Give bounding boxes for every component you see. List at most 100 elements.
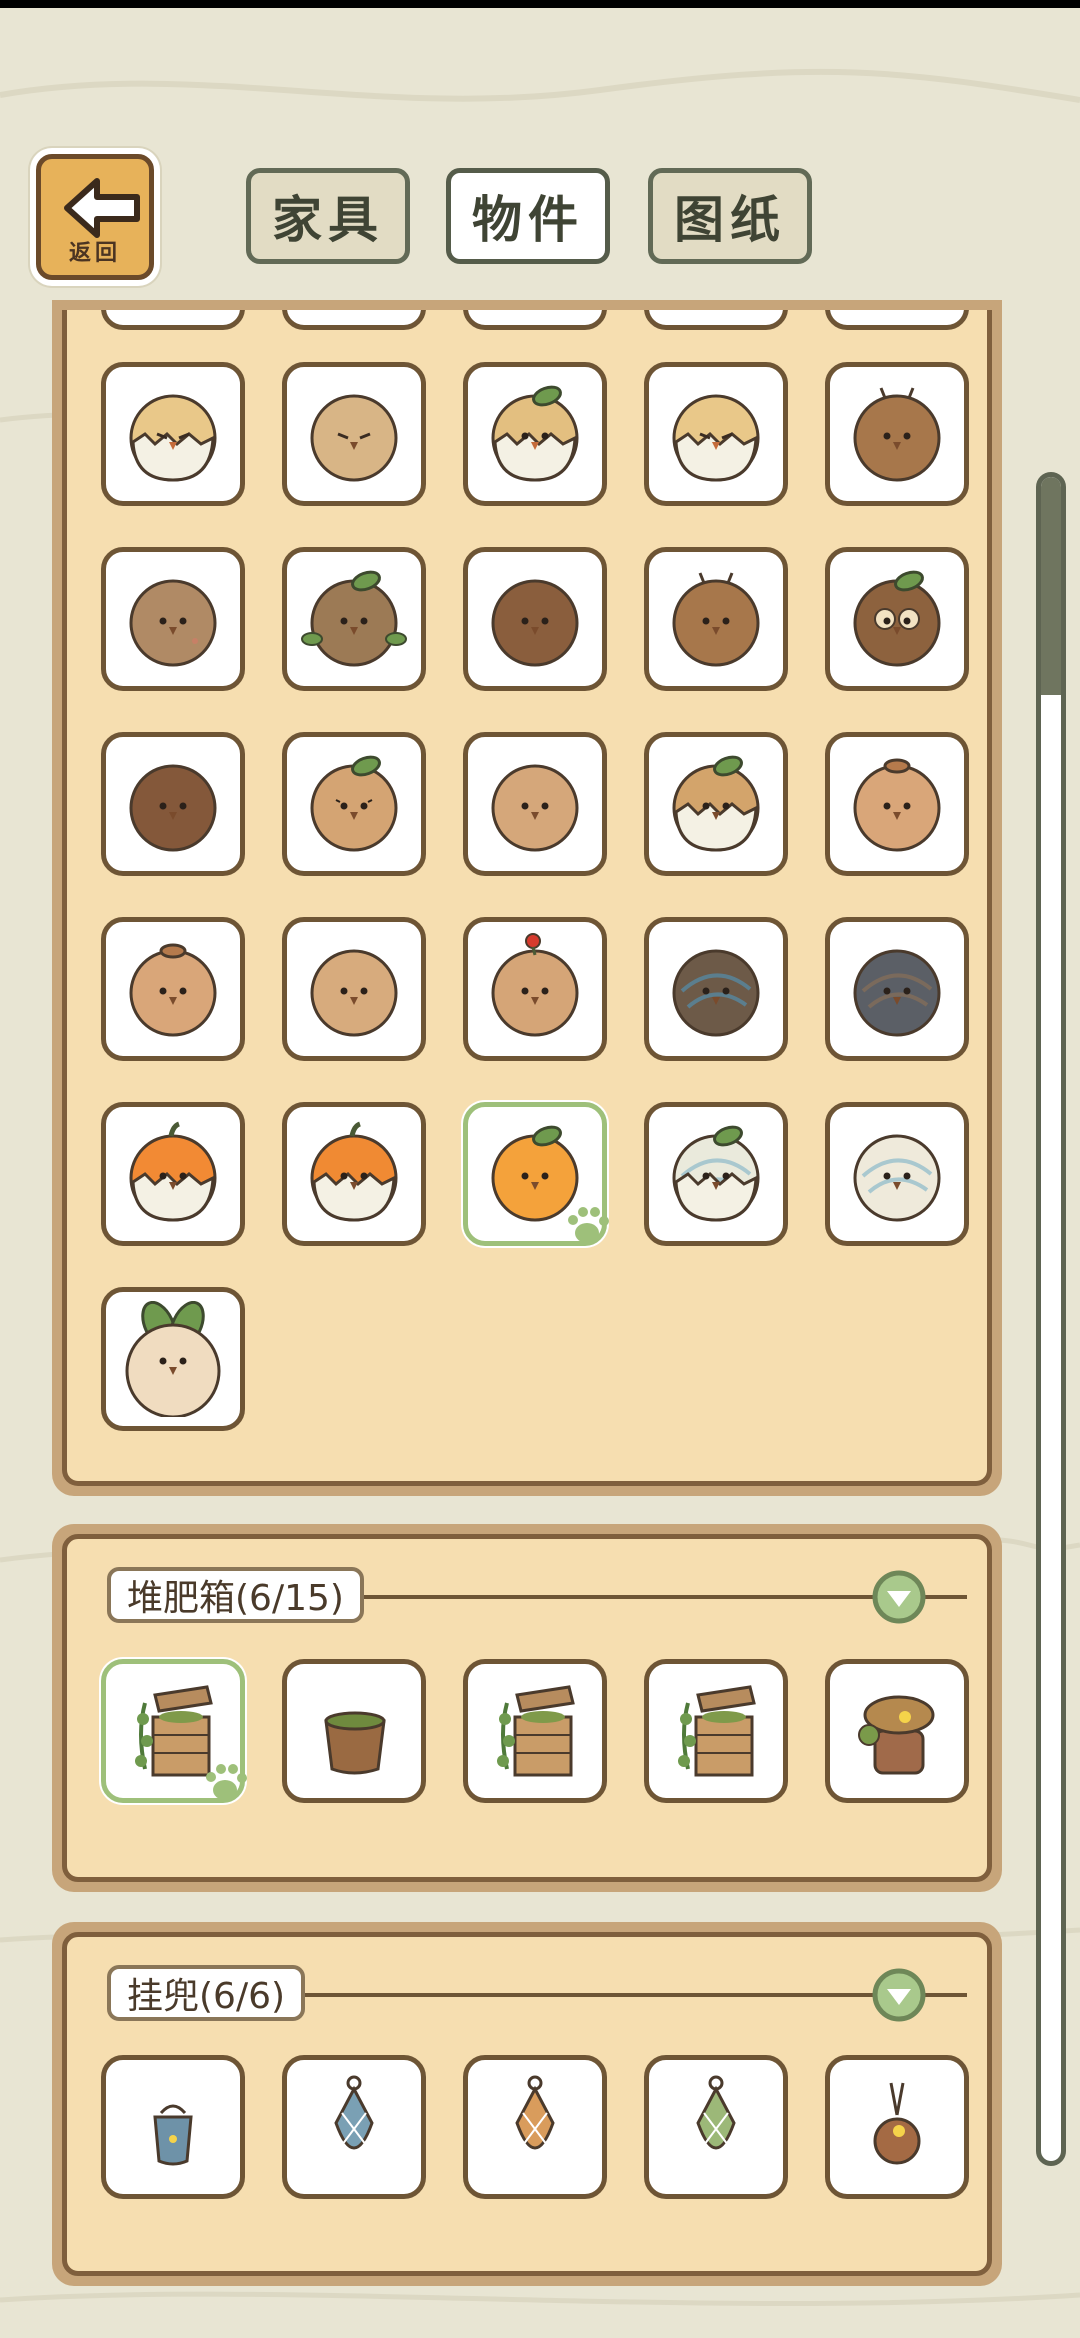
tab-objects[interactable]: 物件 xyxy=(446,168,610,264)
compost-tile-wood-pot[interactable] xyxy=(282,1659,426,1803)
item-tile-cherry-sprout-seed[interactable] xyxy=(463,917,607,1061)
status-bar xyxy=(0,0,1080,8)
owl-leaf-seed-icon xyxy=(853,570,941,667)
item-tile-partial[interactable] xyxy=(644,310,788,330)
cherry-sprout-seed-icon xyxy=(491,933,579,1037)
item-tile-partial[interactable] xyxy=(463,310,607,330)
seed-items-panel xyxy=(52,300,1002,1496)
item-tile-plain-tan-seed[interactable] xyxy=(282,917,426,1061)
pouch-panel: 挂兜(6/6) xyxy=(52,1922,1002,2286)
item-tile-sprout-egg-seed[interactable] xyxy=(644,732,788,876)
dark-round-seed-icon xyxy=(491,579,579,667)
collapse-chevron-icon[interactable] xyxy=(871,1967,927,2023)
sprout-egg-seed-icon xyxy=(672,755,760,852)
vine-crate-icon xyxy=(497,1685,575,1777)
compost-tile-vine-crate[interactable] xyxy=(644,1659,788,1803)
blue-marbled-seed-icon xyxy=(672,949,760,1037)
item-tile-pumpkin-vine[interactable] xyxy=(282,1102,426,1246)
item-tile-capped-seed[interactable] xyxy=(101,917,245,1061)
tab-label: 家具 xyxy=(272,190,384,249)
capped-seed-icon xyxy=(853,758,941,852)
flower-pouch-icon xyxy=(873,2082,921,2165)
item-tile-cracked-sprout-seed[interactable] xyxy=(463,362,607,506)
collapse-chevron-icon[interactable] xyxy=(871,1569,927,1625)
compost-tile-mushroom-stump[interactable] xyxy=(825,1659,969,1803)
vine-crate-icon xyxy=(678,1685,756,1777)
item-tile-sleepy-seed[interactable] xyxy=(282,362,426,506)
pumpkin-vine-icon xyxy=(310,1121,398,1222)
pouch-tile-blue-net-bag[interactable] xyxy=(282,2055,426,2199)
item-tile-blue-marbled-seed[interactable] xyxy=(644,917,788,1061)
wood-pot-icon xyxy=(324,1711,386,1775)
item-tile-orange-cracked-pumpkin[interactable] xyxy=(101,1102,245,1246)
green-net-bag-icon xyxy=(696,2075,736,2150)
dark-brown-seed-icon xyxy=(129,764,217,852)
selected-paw-icon xyxy=(568,1207,609,1243)
blue-bucket-icon xyxy=(153,2104,193,2166)
item-tile-dark-round-seed[interactable] xyxy=(463,547,607,691)
leafy-white-seed-icon xyxy=(125,1301,221,1417)
tab-label: 物件 xyxy=(472,190,584,249)
brown-antenna-seed-icon xyxy=(672,572,760,667)
back-button-face: 返回 xyxy=(36,154,154,280)
item-tile-capped-seed[interactable] xyxy=(825,732,969,876)
pouch-tile-orange-net-bag[interactable] xyxy=(463,2055,607,2199)
item-tile-leaf-sprout-seed[interactable] xyxy=(282,547,426,691)
item-tile-leaf-face-seed[interactable] xyxy=(282,732,426,876)
white-cracked-egg-bird-icon xyxy=(672,394,760,482)
plain-brown-seed-icon xyxy=(129,579,217,667)
leaf-face-seed-icon xyxy=(310,755,398,852)
compost-panel: 堆肥箱(6/15) xyxy=(52,1524,1002,1892)
pouch-tile-flower-pouch[interactable] xyxy=(825,2055,969,2199)
white-sprout-egg-icon xyxy=(672,1125,760,1222)
selected-paw-icon xyxy=(206,1764,247,1800)
scrollbar[interactable] xyxy=(1036,472,1066,2166)
item-tile-tan-seed[interactable] xyxy=(463,732,607,876)
sleepy-seed-icon xyxy=(310,394,398,482)
item-tile-plain-brown-seed[interactable] xyxy=(101,547,245,691)
item-tile-grey-marbled-seed[interactable] xyxy=(825,917,969,1061)
item-tile-orange-fruit-bird[interactable] xyxy=(463,1102,609,1246)
cracked-sprout-seed-icon xyxy=(491,385,579,482)
compost-category-label: 堆肥箱(6/15) xyxy=(107,1567,364,1623)
compost-header: 堆肥箱(6/15) xyxy=(107,1567,967,1625)
item-tile-dark-brown-seed[interactable] xyxy=(101,732,245,876)
item-tile-brown-antenna-seed[interactable] xyxy=(825,362,969,506)
compost-tile-vine-crate[interactable] xyxy=(101,1659,247,1803)
mushroom-stump-icon xyxy=(858,1695,935,1775)
pouch-header: 挂兜(6/6) xyxy=(107,1965,967,2023)
plain-tan-seed-icon xyxy=(310,949,398,1037)
seed-grid xyxy=(62,310,992,1486)
back-button[interactable]: 返回 xyxy=(30,148,160,286)
pouch-tile-blue-bucket[interactable] xyxy=(101,2055,245,2199)
leaf-sprout-seed-icon xyxy=(301,570,407,667)
grey-marbled-seed-icon xyxy=(853,949,941,1037)
item-tile-leafy-white-seed[interactable] xyxy=(101,1287,245,1431)
item-tile-brown-antenna-seed[interactable] xyxy=(644,547,788,691)
item-tile-white-cracked-egg-bird[interactable] xyxy=(101,362,245,506)
pouch-panel-inner: 挂兜(6/6) xyxy=(62,1932,992,2276)
pouch-tile-green-net-bag[interactable] xyxy=(644,2055,788,2199)
back-label: 返回 xyxy=(68,241,121,266)
item-tile-white-cracked-egg-bird[interactable] xyxy=(644,362,788,506)
blue-net-bag-icon xyxy=(334,2075,374,2150)
capped-seed-icon xyxy=(129,943,217,1037)
item-tile-owl-leaf-seed[interactable] xyxy=(825,547,969,691)
tab-furniture[interactable]: 家具 xyxy=(246,168,410,264)
orange-cracked-pumpkin-icon xyxy=(129,1121,217,1222)
scrollbar-thumb[interactable] xyxy=(1041,477,1061,695)
tab-blueprints[interactable]: 图纸 xyxy=(648,168,812,264)
pouch-category-label: 挂兜(6/6) xyxy=(107,1965,306,2021)
item-tile-partial[interactable] xyxy=(282,310,426,330)
orange-net-bag-icon xyxy=(515,2075,555,2150)
tab-label: 图纸 xyxy=(674,190,786,249)
brown-antenna-seed-icon xyxy=(853,387,941,482)
tan-seed-icon xyxy=(491,764,579,852)
compost-panel-inner: 堆肥箱(6/15) xyxy=(62,1534,992,1882)
item-tile-partial[interactable] xyxy=(101,310,245,330)
item-tile-white-sprout-egg[interactable] xyxy=(644,1102,788,1246)
white-swirl-egg-icon xyxy=(853,1134,941,1222)
compost-tile-vine-crate[interactable] xyxy=(463,1659,607,1803)
item-tile-white-swirl-egg[interactable] xyxy=(825,1102,969,1246)
item-tile-partial[interactable] xyxy=(825,310,969,330)
